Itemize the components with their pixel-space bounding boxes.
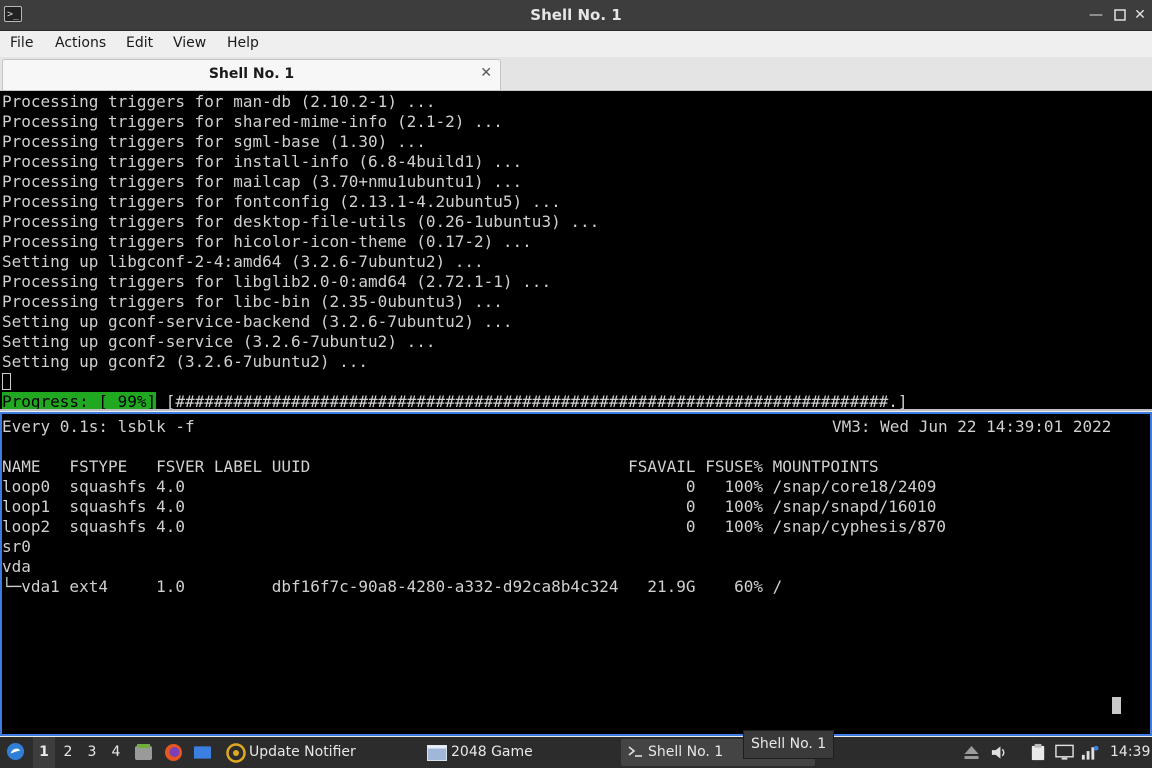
close-icon[interactable]: ✕ xyxy=(1130,5,1150,25)
workspace-4[interactable]: 4 xyxy=(105,737,127,768)
eject-icon[interactable] xyxy=(962,743,981,762)
file-manager-icon[interactable] xyxy=(134,743,153,762)
menu-help[interactable]: Help xyxy=(223,31,263,55)
clock[interactable]: 14:39 xyxy=(1110,737,1150,768)
game-window-icon xyxy=(427,745,447,761)
lsblk-row: └─vda1 ext4 1.0 dbf16f7c-90a8-4280-a332-… xyxy=(2,577,783,596)
task-label: Update Notifier xyxy=(249,744,356,760)
tab-label: Shell No. 1 xyxy=(208,66,295,82)
terminal-line: Processing triggers for shared-mime-info… xyxy=(2,112,503,131)
terminal-line: Processing triggers for libc-bin (2.35-0… xyxy=(2,292,503,311)
task-label: 2048 Game xyxy=(451,744,533,760)
terminal-line: Setting up gconf2 (3.2.6-7ubuntu2) ... xyxy=(2,352,369,371)
terminal-line: Setting up gconf-service-backend (3.2.6-… xyxy=(2,312,513,331)
lsblk-row: loop0 squashfs 4.0 0 100% /snap/core18/2… xyxy=(2,477,937,496)
workspace-2[interactable]: 2 xyxy=(57,737,79,768)
terminal-line: Setting up libgconf-2-4:amd64 (3.2.6-7ub… xyxy=(2,252,484,271)
lsblk-row: loop1 squashfs 4.0 0 100% /snap/snapd/16… xyxy=(2,497,937,516)
window-title: Shell No. 1 xyxy=(530,6,622,24)
workspace-3[interactable]: 3 xyxy=(81,737,103,768)
maximize-icon[interactable] xyxy=(1110,5,1130,25)
progress-line: Progress: [ 99%] [######################… xyxy=(2,392,908,411)
menu-actions[interactable]: Actions xyxy=(51,31,110,55)
lsblk-row: sr0 xyxy=(2,537,31,556)
task-update-notifier[interactable]: Update Notifier xyxy=(223,739,418,766)
taskbar: 1 2 3 4 Update Notifier 2048 Game Shell … xyxy=(0,737,1152,768)
task-2048-game[interactable]: 2048 Game xyxy=(424,739,614,766)
watch-header-timestamp: VM3: Wed Jun 22 14:39:01 2022 xyxy=(832,417,1112,436)
watch-header-command: Every 0.1s: lsblk -f xyxy=(2,417,195,436)
workspace-1[interactable]: 1 xyxy=(33,737,55,768)
menu-view[interactable]: View xyxy=(169,31,210,55)
terminal-line: Processing triggers for install-info (6.… xyxy=(2,152,523,171)
lsblk-column-headers: NAME FSTYPE FSVER LABEL UUID FSAVAIL FSU… xyxy=(2,457,879,476)
terminal-cursor xyxy=(2,373,11,390)
menu-bar: File Actions Edit View Help xyxy=(0,31,1152,57)
terminal-line: Processing triggers for libglib2.0-0:amd… xyxy=(2,272,552,291)
display-icon[interactable] xyxy=(1055,743,1074,762)
terminal-pane-bottom[interactable]: Every 0.1s: lsblk -f VM3: Wed Jun 22 14:… xyxy=(0,412,1152,736)
start-menu-icon[interactable] xyxy=(6,742,25,761)
tab-shell-1[interactable]: Shell No. 1 ✕ xyxy=(2,59,501,90)
menu-file[interactable]: File xyxy=(6,31,37,55)
lsblk-row: vda xyxy=(2,557,31,576)
terminal-line: Processing triggers for man-db (2.10.2-1… xyxy=(2,92,436,111)
tab-strip: Shell No. 1 ✕ xyxy=(0,57,1152,91)
progress-bar: [#######################################… xyxy=(156,392,908,411)
window-titlebar[interactable]: >_ Shell No. 1 — ✕ xyxy=(0,0,1152,31)
menu-edit[interactable]: Edit xyxy=(122,31,157,55)
update-notifier-icon xyxy=(226,743,246,763)
firefox-icon[interactable] xyxy=(164,743,183,762)
terminal-line: Setting up gconf-service (3.2.6-7ubuntu2… xyxy=(2,332,436,351)
clipboard-icon[interactable] xyxy=(1029,743,1048,762)
taskbar-tooltip: Shell No. 1 xyxy=(743,730,835,759)
network-icon[interactable] xyxy=(1080,743,1099,762)
close-icon[interactable]: ✕ xyxy=(480,65,492,81)
show-desktop-icon[interactable] xyxy=(193,743,212,762)
terminal-icon xyxy=(628,746,642,757)
terminal-pane-top[interactable]: Processing triggers for man-db (2.10.2-1… xyxy=(0,91,1152,411)
terminal-line: Processing triggers for desktop-file-uti… xyxy=(2,212,600,231)
terminal-line: Processing triggers for fontconfig (2.13… xyxy=(2,192,561,211)
lsblk-row: loop2 squashfs 4.0 0 100% /snap/cyphesis… xyxy=(2,517,947,536)
terminal-line: Processing triggers for hicolor-icon-the… xyxy=(2,232,532,251)
terminal-line: Processing triggers for sgml-base (1.30)… xyxy=(2,132,426,151)
terminal-cursor xyxy=(1112,697,1121,714)
volume-icon[interactable] xyxy=(990,743,1009,762)
progress-label: Progress: [ 99%] xyxy=(2,392,157,411)
terminal-line: Processing triggers for mailcap (3.70+nm… xyxy=(2,172,523,191)
task-label: Shell No. 1 xyxy=(648,744,724,760)
minimize-icon[interactable]: — xyxy=(1086,5,1106,25)
